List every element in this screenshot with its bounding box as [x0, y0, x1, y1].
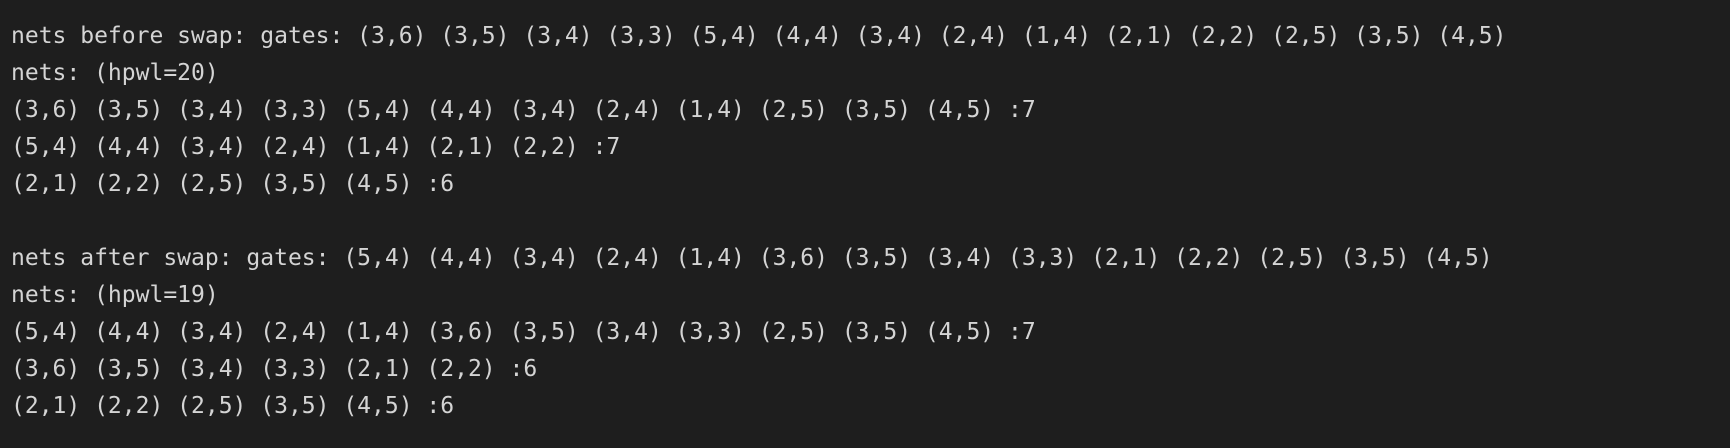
before-swap-hpwl-line: nets: (hpwl=20) [11, 60, 219, 86]
before-swap-gates-line: nets before swap: gates: (3,6) (3,5) (3,… [11, 23, 1507, 49]
after-swap-net-3: (2,1) (2,2) (2,5) (3,5) (4,5) :6 [11, 393, 455, 419]
after-swap-hpwl-line: nets: (hpwl=19) [11, 282, 219, 308]
before-swap-net-1: (3,6) (3,5) (3,4) (3,3) (5,4) (4,4) (3,4… [11, 97, 1036, 123]
before-swap-net-2: (5,4) (4,4) (3,4) (2,4) (1,4) (2,1) (2,2… [11, 134, 621, 160]
terminal-output[interactable]: nets before swap: gates: (3,6) (3,5) (3,… [0, 0, 1730, 448]
after-swap-net-2: (3,6) (3,5) (3,4) (3,3) (2,1) (2,2) :6 [11, 356, 538, 382]
before-swap-net-3: (2,1) (2,2) (2,5) (3,5) (4,5) :6 [11, 171, 455, 197]
after-swap-net-1: (5,4) (4,4) (3,4) (2,4) (1,4) (3,6) (3,5… [11, 319, 1036, 345]
after-swap-gates-line: nets after swap: gates: (5,4) (4,4) (3,4… [11, 245, 1493, 271]
